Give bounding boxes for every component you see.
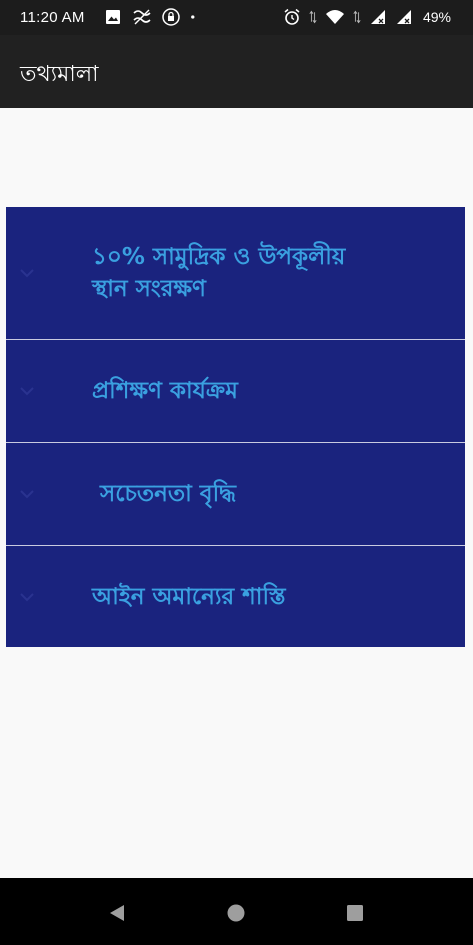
accordion-item-label: আইন অমান্যের শাস্তি: [92, 583, 286, 610]
status-left-icons: [104, 8, 200, 26]
info-accordion: ১০% সামুদ্রিক ও উপকূলীয় স্থান সংরক্ষণ প…: [6, 207, 465, 647]
recents-icon[interactable]: [345, 903, 365, 923]
battery-level: 49%: [422, 9, 451, 25]
accordion-item-label: প্রশিক্ষণ কার্যক্রম: [92, 378, 238, 404]
dot-icon: [191, 15, 195, 19]
app-bar: তথ্যমালা: [0, 35, 473, 108]
chevron-down-icon: [20, 269, 34, 278]
accordion-item-label-line2: স্থান সংরক্ষণ: [92, 276, 206, 302]
chevron-down-icon: [20, 387, 34, 396]
chevron-down-icon: [20, 490, 34, 499]
image-icon: [106, 10, 120, 24]
status-right-icons: [283, 8, 413, 26]
accordion-item-label-line1: ১০% সামুদ্রিক ও উপকূলীয়: [92, 244, 346, 270]
signal-arrows-icon-2: [353, 10, 361, 24]
page-title: তথ্যমালা: [20, 62, 99, 87]
accordion-item-label: সচেতনতা বৃদ্ধি: [92, 481, 237, 507]
signal-icon-2: [397, 10, 411, 24]
alarm-icon: [284, 8, 300, 25]
system-nav-bar: [0, 878, 473, 945]
accordion-item-marine-protection[interactable]: ১০% সামুদ্রিক ও উপকূলীয় স্থান সংরক্ষণ: [6, 207, 465, 340]
lock-icon: [162, 8, 180, 26]
wifi-icon: [326, 10, 344, 24]
accordion-item-awareness[interactable]: সচেতনতা বৃদ্ধি: [6, 443, 465, 546]
home-icon[interactable]: [226, 903, 246, 923]
accordion-item-penalty[interactable]: আইন অমান্যের শাস্তি: [6, 546, 465, 647]
status-bar: 11:20 AM 49%: [0, 0, 473, 35]
accordion-item-label: ১০% সামুদ্রিক ও উপকূলীয় স্থান সংরক্ষণ: [92, 241, 425, 305]
chevron-down-icon: [20, 592, 34, 601]
signal-icon: [371, 10, 385, 24]
accordion-item-training[interactable]: প্রশিক্ষণ কার্যক্রম: [6, 340, 465, 443]
back-icon[interactable]: [107, 903, 127, 923]
status-time: 11:20 AM: [20, 9, 85, 26]
data-saver-icon: [133, 9, 151, 25]
signal-arrows-icon: [309, 10, 317, 24]
